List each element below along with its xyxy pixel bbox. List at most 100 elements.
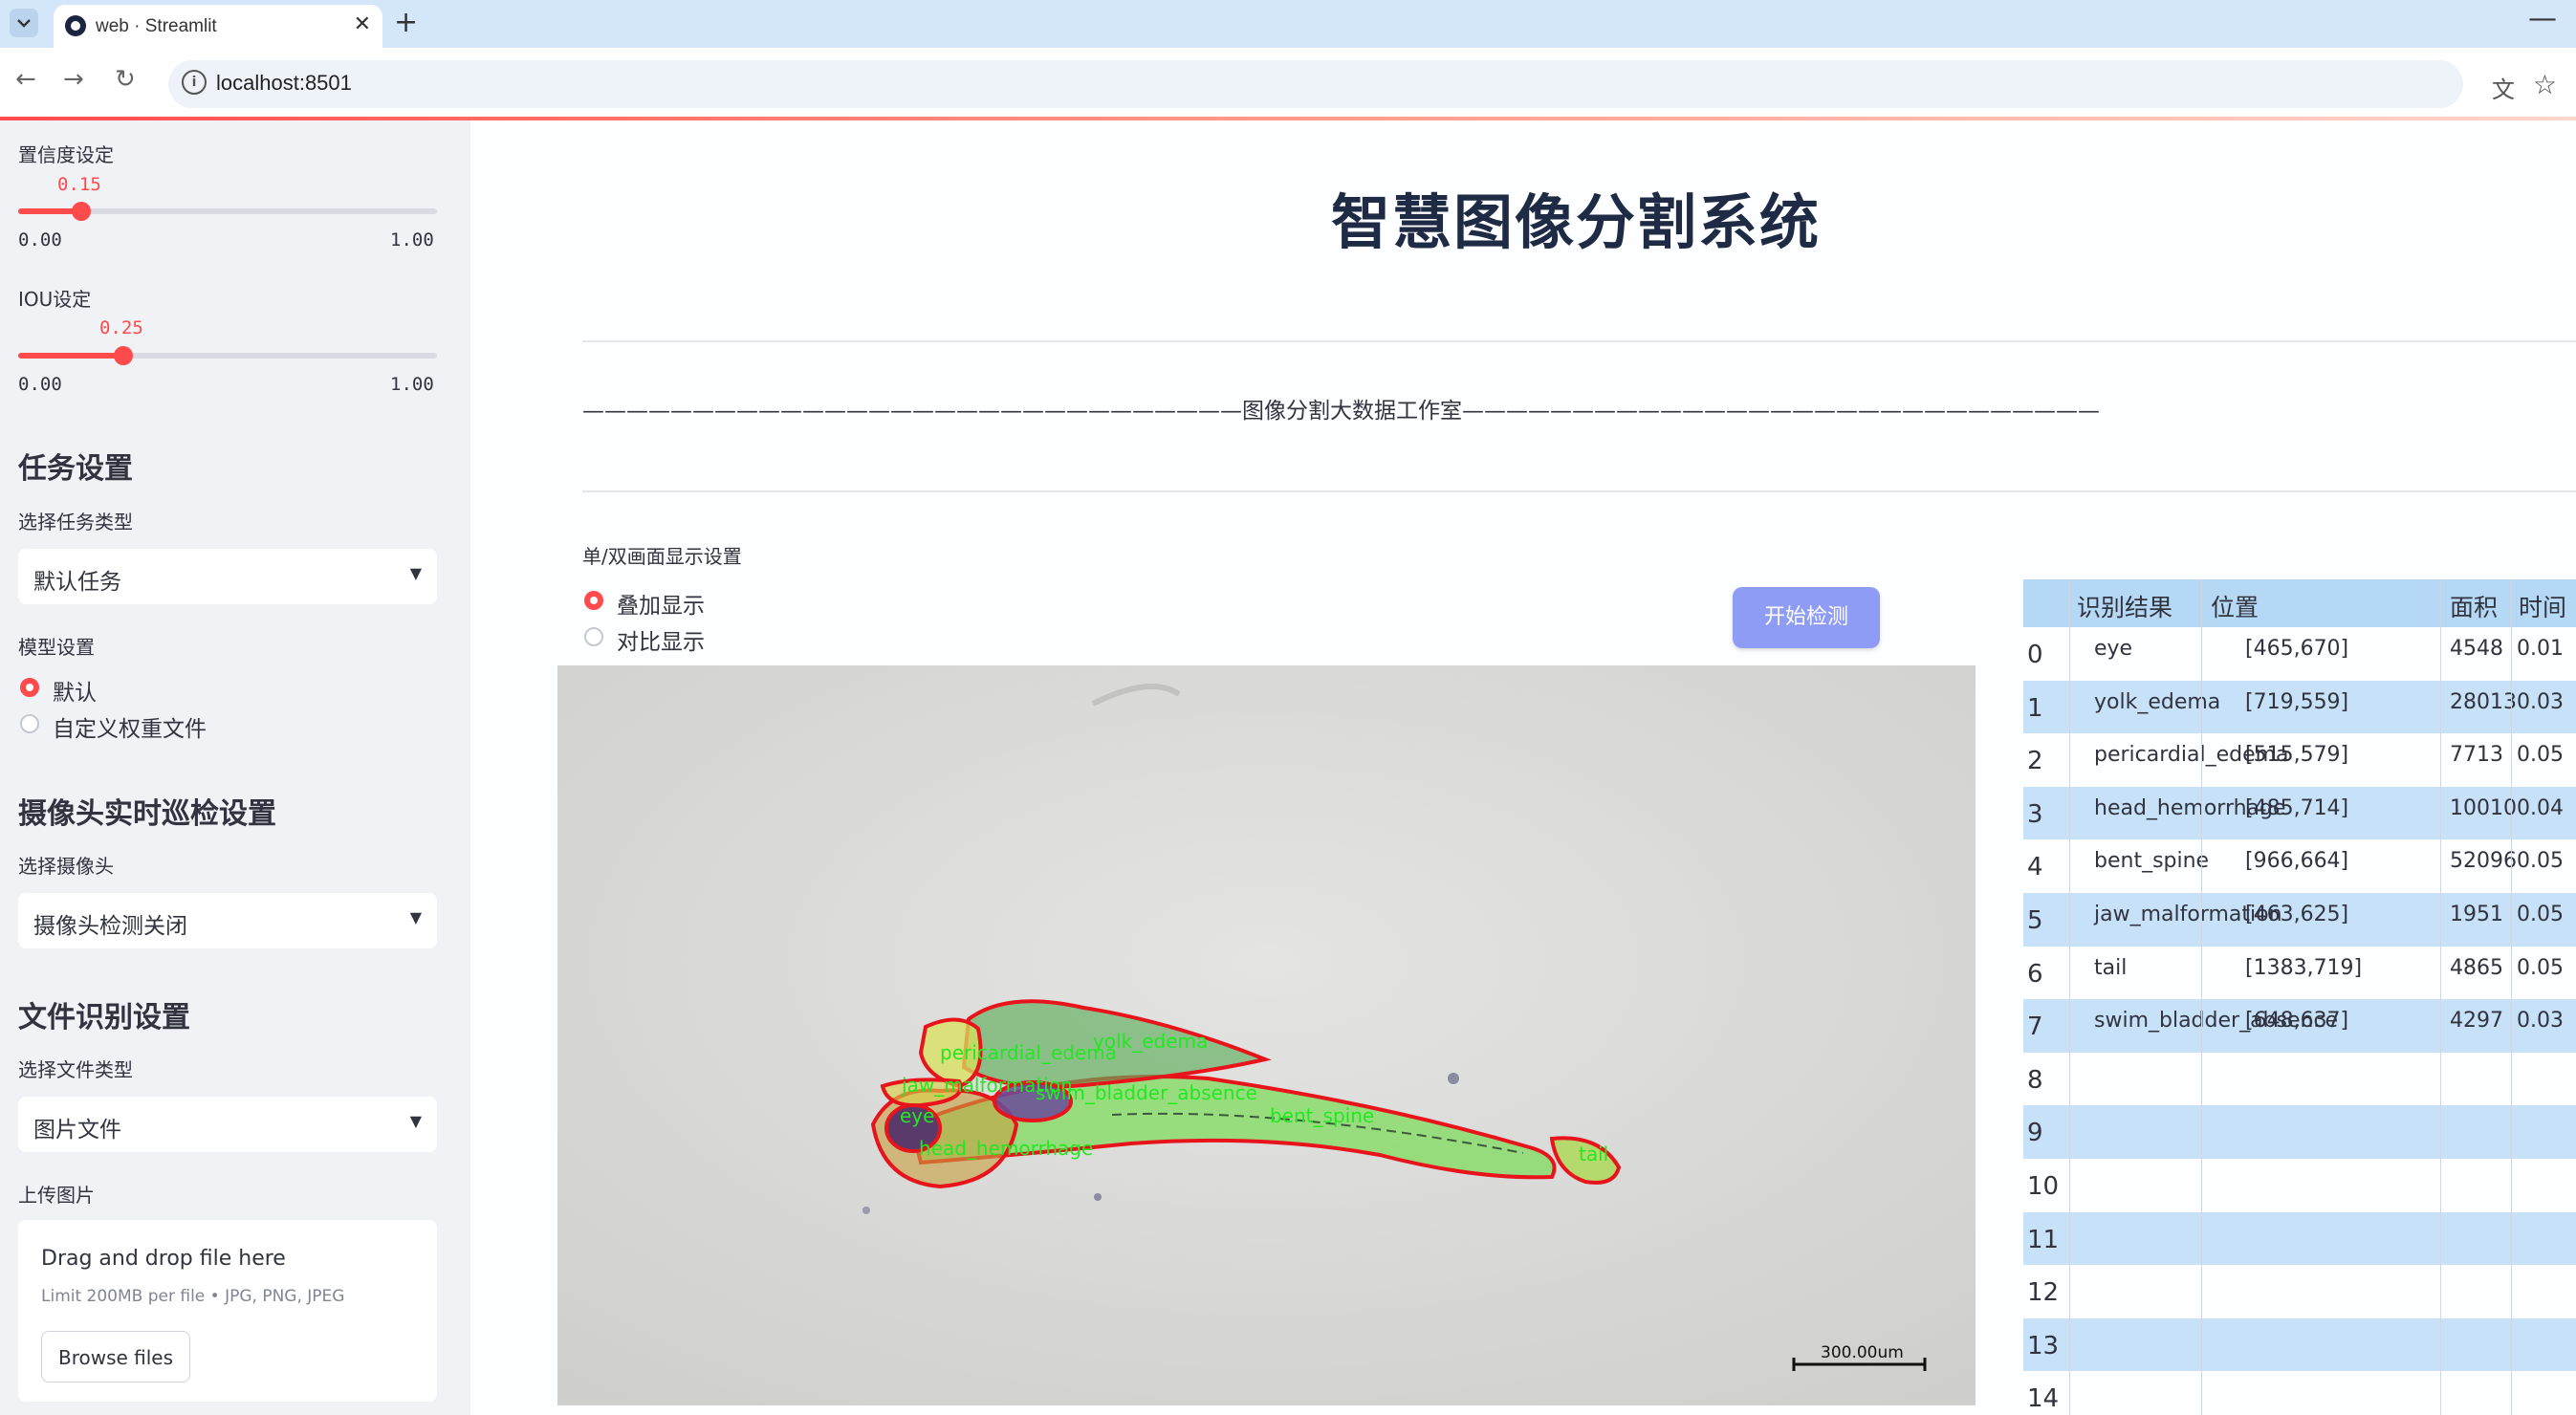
table-row[interactable]: 6 tail [1383,719] 4865 0.05 bbox=[2023, 947, 2576, 1000]
table-row[interactable]: 0 eye [465,670] 4548 0.01 bbox=[2023, 627, 2576, 681]
task-type-select[interactable]: 默认任务 ▼ bbox=[18, 549, 437, 604]
camera-heading: 摄像头实时巡检设置 bbox=[18, 797, 276, 831]
camera-select[interactable]: 摄像头检测关闭 ▼ bbox=[18, 893, 437, 948]
table-row[interactable]: 11 bbox=[2023, 1211, 2576, 1266]
cell-time: 0.05 bbox=[2517, 743, 2564, 768]
overlay-label-bent-spine: bent_spine bbox=[1270, 1104, 1374, 1127]
cell-area: 28013 bbox=[2450, 689, 2517, 714]
cell-time: 0.03 bbox=[2517, 1009, 2564, 1034]
cell-time: 0.05 bbox=[2517, 903, 2564, 926]
camera-value: 摄像头检测关闭 bbox=[33, 914, 187, 939]
cell-pos: [1383,719] bbox=[2245, 955, 2363, 980]
row-index: 12 bbox=[2027, 1278, 2060, 1308]
segmentation-overlay: eye yolk_edema pericardial_edema jaw_mal… bbox=[557, 665, 1976, 1405]
task-type-value: 默认任务 bbox=[33, 570, 121, 595]
cell-pos: [515,579] bbox=[2245, 743, 2349, 768]
start-detection-button[interactable]: 开始检测 bbox=[1733, 587, 1880, 648]
browse-files-button[interactable]: Browse files bbox=[41, 1331, 190, 1382]
plus-icon[interactable]: + bbox=[394, 6, 418, 39]
table-row[interactable]: 3 head_hemorrhage [485,714] 10010 0.04 bbox=[2023, 786, 2576, 840]
site-info-icon[interactable]: i bbox=[182, 70, 207, 95]
iou-value: 0.25 bbox=[99, 317, 143, 338]
cell-time: 0.05 bbox=[2517, 849, 2564, 874]
cell-pos: [463,625] bbox=[2245, 903, 2349, 926]
table-row[interactable]: 9 bbox=[2023, 1105, 2576, 1159]
url-text[interactable]: localhost:8501 bbox=[216, 71, 352, 96]
model-option-label: 自定义权重文件 bbox=[53, 717, 207, 742]
display-option-label: 叠加显示 bbox=[617, 594, 705, 619]
table-row[interactable]: 1 yolk_edema [719,559] 28013 0.03 bbox=[2023, 680, 2576, 734]
file-type-value: 图片文件 bbox=[33, 1118, 121, 1143]
table-row[interactable]: 2 pericardial_edema [515,579] 7713 0.05 bbox=[2023, 733, 2576, 787]
cell-pos: [648,637] bbox=[2245, 1009, 2349, 1034]
overlay-label-tail: tail bbox=[1579, 1143, 1608, 1165]
confidence-max: 1.00 bbox=[390, 229, 434, 250]
confidence-slider-thumb[interactable] bbox=[71, 202, 91, 221]
file-heading: 文件识别设置 bbox=[18, 1001, 190, 1034]
table-row[interactable]: 10 bbox=[2023, 1159, 2576, 1212]
radio-icon[interactable] bbox=[20, 714, 39, 733]
reload-icon[interactable]: ↻ bbox=[115, 65, 136, 94]
row-index: 13 bbox=[2027, 1331, 2060, 1361]
radio-selected-icon[interactable] bbox=[584, 591, 603, 610]
browser-tab[interactable]: web · Streamlit ✕ bbox=[54, 5, 382, 48]
table-row[interactable]: 4 bent_spine [966,664] 52096 0.05 bbox=[2023, 839, 2576, 893]
table-row[interactable]: 13 bbox=[2023, 1317, 2576, 1372]
table-row[interactable]: 8 bbox=[2023, 1053, 2576, 1106]
iou-min: 0.00 bbox=[18, 374, 62, 395]
radio-icon[interactable] bbox=[584, 627, 603, 646]
back-icon[interactable]: ← bbox=[15, 65, 36, 94]
camera-label: 选择摄像头 bbox=[18, 855, 114, 878]
table-row[interactable]: 14 bbox=[2023, 1371, 2576, 1415]
display-mode-label: 单/双画面显示设置 bbox=[582, 545, 742, 568]
cell-area: 7713 bbox=[2450, 743, 2503, 768]
translate-icon[interactable]: ⽂ bbox=[2492, 71, 2515, 104]
minimize-icon[interactable]: — bbox=[2528, 2, 2557, 35]
iou-slider[interactable] bbox=[18, 346, 437, 365]
table-header: 识别结果 位置 面积 时间 bbox=[2023, 579, 2576, 627]
tab-list-icon[interactable] bbox=[10, 9, 38, 37]
iou-slider-thumb[interactable] bbox=[113, 346, 133, 365]
table-row[interactable]: 5 jaw_malformation [463,625] 1951 0.05 bbox=[2023, 893, 2576, 947]
cell-area: 52096 bbox=[2450, 849, 2517, 874]
overlay-label-eye: eye bbox=[900, 1104, 934, 1127]
dropzone-title: Drag and drop file here bbox=[41, 1247, 286, 1271]
confidence-slider[interactable] bbox=[18, 202, 437, 221]
browser-toolbar: ← → ↻ i localhost:8501 ⽂ ☆ bbox=[0, 48, 2576, 117]
address-bar[interactable]: i localhost:8501 bbox=[168, 60, 2463, 108]
row-index: 0 bbox=[2027, 641, 2043, 669]
results-table[interactable]: 识别结果 位置 面积 时间 0 eye [465,670] 4548 0.01 1 yolk… bbox=[2023, 579, 2576, 1415]
radio-selected-icon[interactable] bbox=[20, 678, 39, 697]
column-divider bbox=[2201, 579, 2202, 1415]
column-divider bbox=[2511, 579, 2512, 1415]
row-index: 9 bbox=[2027, 1119, 2043, 1148]
column-header[interactable]: 识别结果 bbox=[2077, 589, 2172, 623]
forward-icon[interactable]: → bbox=[63, 65, 84, 94]
overlay-label-swim-bladder: swim_bladder_absence bbox=[1036, 1081, 1257, 1104]
column-header[interactable]: 位置 bbox=[2211, 589, 2259, 623]
row-index: 4 bbox=[2027, 853, 2043, 882]
chevron-down-icon: ▼ bbox=[409, 1112, 422, 1130]
dropzone-limit: Limit 200MB per file • JPG, PNG, JPEG bbox=[41, 1287, 345, 1306]
file-dropzone[interactable]: Drag and drop file here Limit 200MB per … bbox=[18, 1220, 437, 1402]
cell-pos: [465,670] bbox=[2245, 637, 2349, 661]
segmentation-result-image: eye yolk_edema pericardial_edema jaw_mal… bbox=[557, 665, 1976, 1405]
column-header[interactable]: 面积 bbox=[2450, 589, 2498, 623]
task-heading: 任务设置 bbox=[18, 452, 133, 486]
table-row[interactable]: 7 swim_bladder_absence [648,637] 4297 0.03 bbox=[2023, 999, 2576, 1053]
column-header[interactable]: 时间 bbox=[2519, 589, 2566, 623]
iou-label: IOU设定 bbox=[18, 288, 92, 311]
close-icon[interactable]: ✕ bbox=[354, 12, 371, 36]
upload-label: 上传图片 bbox=[18, 1184, 95, 1207]
model-label: 模型设置 bbox=[18, 636, 95, 659]
table-row[interactable]: 12 bbox=[2023, 1265, 2576, 1318]
tab-title: web · Streamlit bbox=[96, 16, 217, 36]
chevron-down-icon: ▼ bbox=[409, 564, 422, 582]
star-icon[interactable]: ☆ bbox=[2533, 69, 2557, 100]
file-type-select[interactable]: 图片文件 ▼ bbox=[18, 1097, 437, 1152]
scale-bar-label: 300.00um bbox=[1821, 1343, 1904, 1362]
row-index: 11 bbox=[2027, 1225, 2060, 1254]
cell-time: 0.05 bbox=[2517, 955, 2564, 980]
confidence-value: 0.15 bbox=[57, 174, 101, 195]
overlay-label-head-hemorrhage: head_hemorrhage bbox=[919, 1137, 1093, 1160]
